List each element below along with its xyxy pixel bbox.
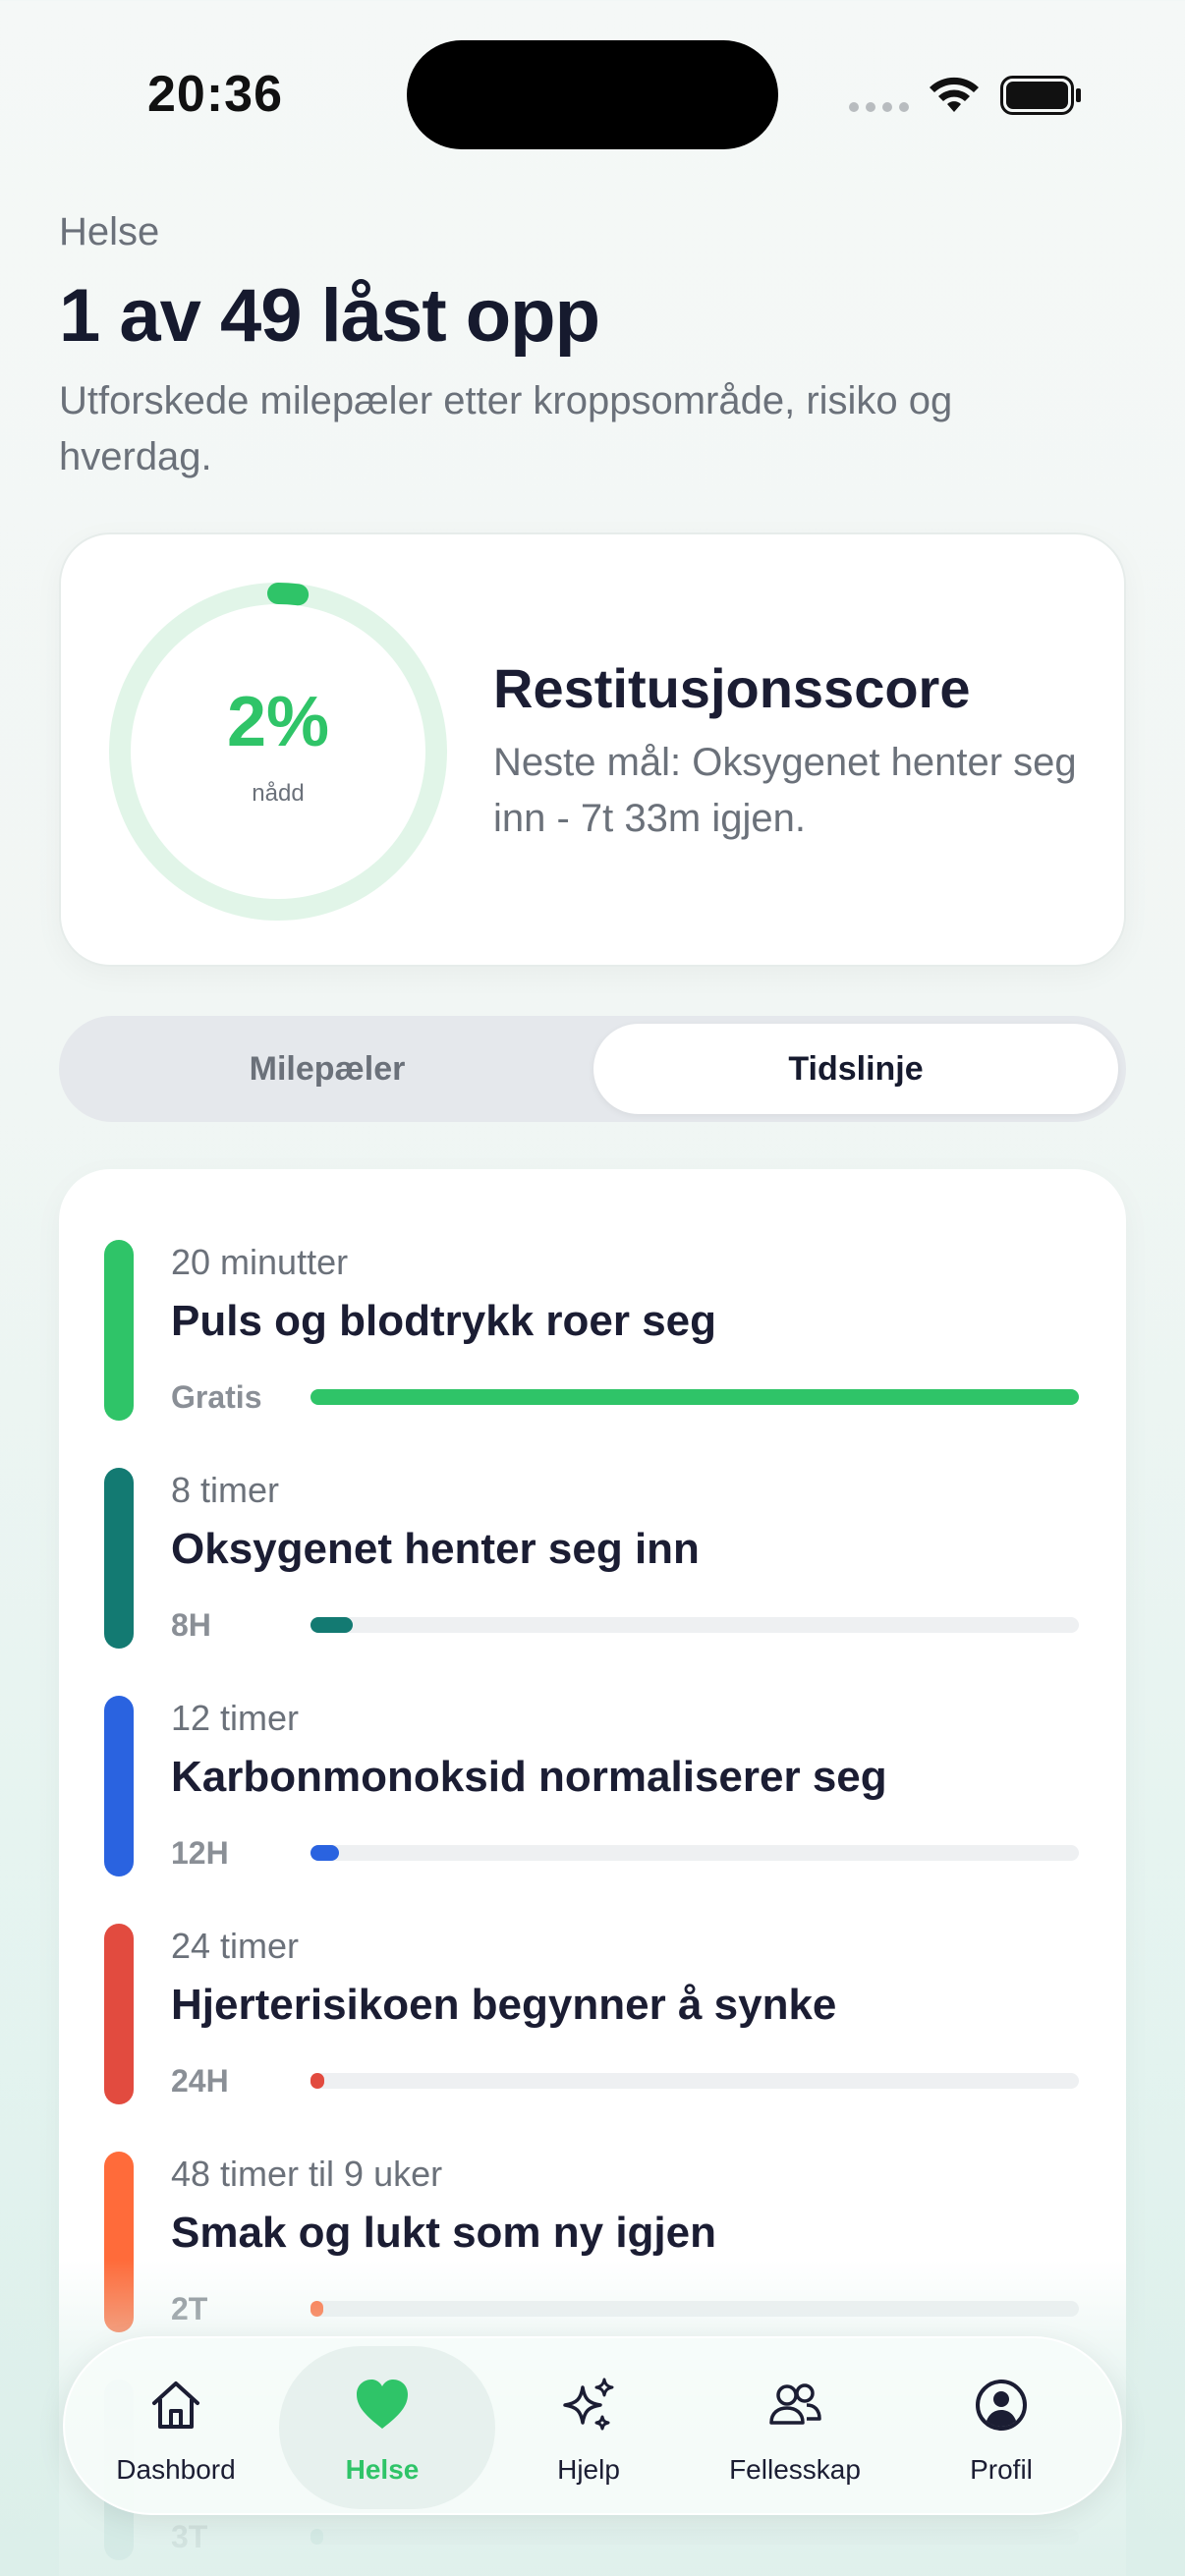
tab-health[interactable]: Helse (279, 2338, 495, 2517)
dynamic-island (407, 40, 778, 149)
recovery-score-card: 2% nådd Restitusjonsscore Neste mål: Oks… (59, 532, 1126, 967)
tab-help[interactable]: Hjelp (485, 2338, 692, 2517)
milestone-tag: 3T (171, 2519, 208, 2554)
tab-dashboard[interactable]: Dashbord (73, 2338, 279, 2517)
milestone-item[interactable]: 8 timer Oksygenet henter seg inn 8H (59, 1397, 1126, 1649)
section-eyebrow: Helse (59, 210, 160, 253)
segment-timeline[interactable]: Tidslinje (593, 1024, 1118, 1114)
profile-icon (976, 2380, 1027, 2431)
milestone-time: 20 minutter (171, 1242, 349, 1282)
heart-icon (357, 2380, 408, 2429)
milestone-color-bar (104, 1924, 134, 2104)
score-percent: 2% (226, 683, 330, 761)
milestone-progress-track (310, 2529, 1079, 2545)
battery-icon (1000, 76, 1081, 115)
people-icon (769, 2383, 821, 2425)
tab-label: Helse (345, 2454, 420, 2485)
milestone-time: 48 timer til 9 uker (171, 2154, 443, 2194)
home-icon (152, 2381, 199, 2429)
tab-profile[interactable]: Profil (898, 2338, 1104, 2517)
cellular-signal-icon (849, 102, 909, 112)
tab-bar: Dashbord Helse Hjelp Fellesskap Profil (63, 2336, 1122, 2515)
score-reached-label: nådd (252, 780, 305, 807)
milestone-title: Smak og lukt som ny igjen (171, 2209, 717, 2257)
page-title: 1 av 49 låst opp (59, 274, 600, 358)
milestone-time: 24 timer (171, 1926, 300, 1966)
score-next-goal: Neste mål: Oksygenet henter seg inn - 7t… (493, 741, 1077, 840)
milestone-item[interactable]: 48 timer til 9 uker Smak og lukt som ny … (59, 2081, 1126, 2332)
page-subtitle: Utforskede milepæler etter kroppsområde,… (59, 379, 953, 478)
wifi-icon (930, 77, 979, 112)
tab-label: Dashbord (116, 2454, 236, 2485)
milestone-time: 12 timer (171, 1698, 300, 1738)
milestone-title: Puls og blodtrykk roer seg (171, 1297, 717, 1345)
milestone-title: Oksygenet henter seg inn (171, 1525, 700, 1573)
tab-label: Hjelp (557, 2454, 620, 2485)
segment-milestones[interactable]: Milepæler (67, 1024, 588, 1114)
tab-label: Fellesskap (729, 2454, 861, 2485)
milestone-item[interactable]: 20 minutter Puls og blodtrykk roer seg G… (59, 1169, 1126, 1421)
milestone-time: 8 timer (171, 1470, 280, 1510)
milestone-color-bar (104, 2152, 134, 2332)
tab-label: Profil (970, 2454, 1033, 2485)
milestone-color-bar (104, 1240, 134, 1421)
sparkles-icon (563, 2378, 614, 2431)
milestone-item[interactable]: 24 timer Hjerterisikoen begynner å synke… (59, 1853, 1126, 2104)
tab-community[interactable]: Fellesskap (692, 2338, 898, 2517)
milestone-title: Hjerterisikoen begynner å synke (171, 1981, 837, 2029)
status-time: 20:36 (147, 66, 283, 123)
milestone-title: Karbonmonoksid normaliserer seg (171, 1753, 887, 1801)
status-bar: 20:36 (0, 0, 1185, 187)
view-segmented-control: Milepæler Tidslinje (59, 1016, 1126, 1122)
milestone-item[interactable]: 12 timer Karbonmonoksid normaliserer seg… (59, 1625, 1126, 1876)
score-title: Restitusjonsscore (493, 657, 971, 719)
milestone-color-bar (104, 1696, 134, 1876)
milestone-progress-fill (310, 2529, 323, 2545)
milestone-color-bar (104, 1468, 134, 1649)
